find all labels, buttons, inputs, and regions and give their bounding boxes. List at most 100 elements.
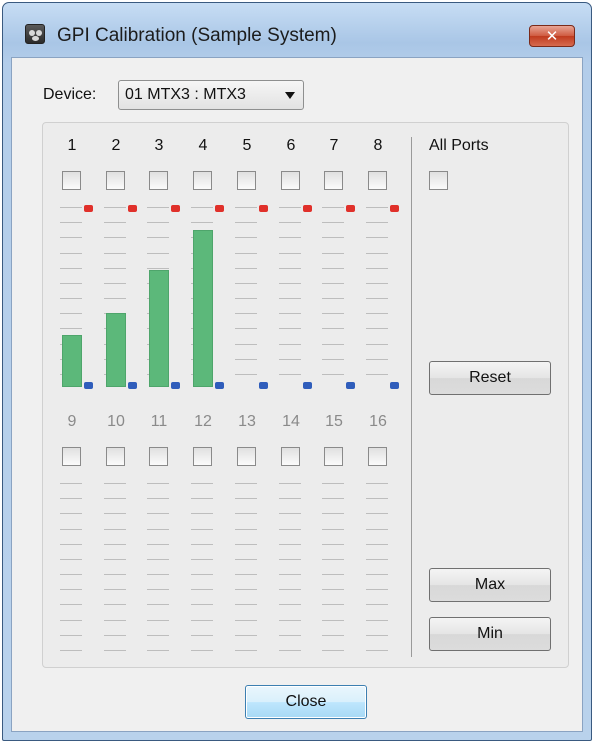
meter-tick — [104, 222, 126, 224]
meter-tick — [322, 252, 344, 254]
channel-checkbox[interactable] — [281, 447, 300, 466]
channel-number: 13 — [238, 413, 256, 430]
meter-tick — [104, 298, 126, 299]
meter-tick — [60, 528, 82, 530]
meter-tick — [279, 373, 301, 375]
meter-tick — [235, 313, 257, 315]
lower-limit-marker[interactable] — [215, 382, 224, 389]
meter-tick — [60, 574, 82, 575]
meter-tick — [279, 528, 301, 530]
lower-limit-marker[interactable] — [128, 382, 137, 389]
all-ports-checkbox[interactable] — [429, 171, 448, 190]
meter-tick — [322, 207, 344, 208]
meter-tick — [279, 298, 301, 299]
title-bar[interactable]: GPI Calibration (Sample System) ✕ — [3, 3, 591, 55]
meter-tick — [322, 267, 344, 269]
meter-tick — [60, 604, 82, 606]
channel-checkbox[interactable] — [281, 171, 300, 190]
channel-10: 10 — [96, 413, 136, 673]
meter-tick — [279, 267, 301, 269]
meter-tick — [191, 604, 213, 606]
upper-limit-marker[interactable] — [390, 205, 399, 212]
channel-number: 4 — [198, 137, 208, 154]
meter-tick — [322, 343, 344, 345]
meter-tick — [322, 649, 344, 651]
meter-tick — [279, 237, 301, 239]
min-button[interactable]: Min — [429, 617, 551, 651]
device-select[interactable]: 01 MTX3 : MTX3 — [118, 80, 304, 110]
meter-tick — [191, 649, 213, 651]
meter-tick — [235, 237, 257, 239]
meter-tick — [366, 358, 388, 360]
channel-checkbox[interactable] — [237, 447, 256, 466]
channel-checkbox[interactable] — [149, 447, 168, 466]
channel-checkbox[interactable] — [193, 447, 212, 466]
lower-limit-marker[interactable] — [346, 382, 355, 389]
upper-limit-marker[interactable] — [171, 205, 180, 212]
meter-tick — [366, 634, 388, 636]
channel-checkbox[interactable] — [106, 171, 125, 190]
channel-checkbox[interactable] — [62, 447, 81, 466]
meter-tick — [147, 513, 169, 515]
meter-tick — [322, 222, 344, 224]
divider — [411, 137, 412, 657]
upper-limit-marker[interactable] — [84, 205, 93, 212]
channel-checkbox[interactable] — [324, 171, 343, 190]
channel-number: 9 — [67, 413, 77, 430]
meter-tick — [104, 237, 126, 239]
meter-tick — [279, 207, 301, 208]
meter-tick — [322, 619, 344, 621]
meter-tick — [235, 604, 257, 606]
channel-checkbox[interactable] — [324, 447, 343, 466]
meter-tick — [104, 483, 126, 484]
channel-checkbox[interactable] — [193, 171, 212, 190]
meter-tick — [235, 649, 257, 651]
window-close-icon[interactable]: ✕ — [529, 25, 575, 47]
lower-limit-marker[interactable] — [390, 382, 399, 389]
meter-tick — [366, 252, 388, 254]
meter-tick — [366, 222, 388, 224]
upper-limit-marker[interactable] — [128, 205, 137, 212]
upper-limit-marker[interactable] — [259, 205, 268, 212]
lower-limit-marker[interactable] — [303, 382, 312, 389]
channel-checkbox[interactable] — [368, 447, 387, 466]
upper-limit-marker[interactable] — [346, 205, 355, 212]
meter-tick — [60, 513, 82, 515]
channel-number: 11 — [150, 413, 168, 430]
channel-checkbox[interactable] — [237, 171, 256, 190]
meter-tick — [60, 634, 82, 636]
upper-limit-marker[interactable] — [303, 205, 312, 212]
meter-tick — [60, 222, 82, 224]
meter-tick — [366, 298, 388, 299]
lower-limit-marker[interactable] — [259, 382, 268, 389]
meter-tick — [279, 313, 301, 315]
channel-11: 11 — [139, 413, 179, 673]
close-button[interactable]: Close — [245, 685, 367, 719]
meter-tick — [104, 634, 126, 636]
meter-tick — [235, 343, 257, 345]
all-ports-label: All Ports — [429, 137, 489, 154]
meter-tick — [191, 483, 213, 484]
upper-limit-marker[interactable] — [215, 205, 224, 212]
meter-tick — [60, 483, 82, 484]
reset-button[interactable]: Reset — [429, 361, 551, 395]
channel-checkbox[interactable] — [149, 171, 168, 190]
meter-tick — [235, 634, 257, 636]
meter-tick — [60, 619, 82, 621]
channel-checkbox[interactable] — [368, 171, 387, 190]
channel-2: 2 — [96, 137, 137, 397]
meter-tick — [104, 589, 126, 591]
meter-tick — [279, 328, 301, 330]
meter-tick — [147, 619, 169, 621]
lower-limit-marker[interactable] — [84, 382, 93, 389]
meter-tick — [366, 282, 388, 284]
meter-tick — [279, 558, 301, 560]
lower-limit-marker[interactable] — [171, 382, 180, 389]
max-button[interactable]: Max — [429, 568, 551, 602]
meter-tick — [104, 604, 126, 606]
meter-tick — [235, 513, 257, 515]
meter-tick — [104, 574, 126, 575]
channel-panel: All Ports Reset Max Min 1 2 3 4 5 6 7 8 9 10 11 12 1… — [42, 122, 569, 668]
channel-checkbox[interactable] — [62, 171, 81, 190]
channel-checkbox[interactable] — [106, 447, 125, 466]
